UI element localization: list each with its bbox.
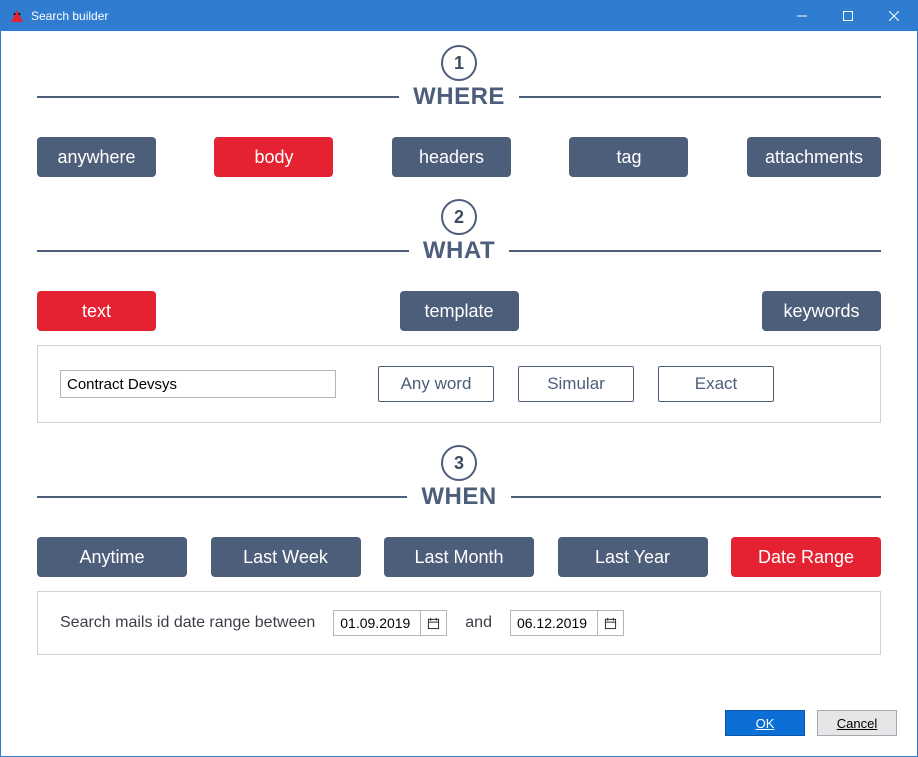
when-anytime-button[interactable]: Anytime [37, 537, 187, 577]
date-to-input[interactable] [510, 610, 598, 636]
where-attachments-button[interactable]: attachments [747, 137, 881, 177]
close-button[interactable] [871, 1, 917, 31]
app-icon [9, 8, 25, 24]
calendar-icon[interactable] [598, 610, 624, 636]
where-anywhere-button[interactable]: anywhere [37, 137, 156, 177]
when-last-year-button[interactable]: Last Year [558, 537, 708, 577]
section-where: 1 WHERE anywhere body headers tag attach… [37, 45, 881, 177]
cancel-button[interactable]: Cancel [817, 710, 897, 736]
calendar-icon[interactable] [421, 610, 447, 636]
search-builder-window: Search builder 1 WHERE anywhere [0, 0, 918, 757]
when-last-month-button[interactable]: Last Month [384, 537, 534, 577]
what-template-button[interactable]: template [400, 291, 519, 331]
match-exact-button[interactable]: Exact [658, 366, 774, 402]
window-title: Search builder [31, 9, 108, 23]
step-number-3: 3 [441, 445, 477, 481]
what-text-button[interactable]: text [37, 291, 156, 331]
match-any-word-button[interactable]: Any word [378, 366, 494, 402]
where-tag-button[interactable]: tag [569, 137, 688, 177]
titlebar: Search builder [1, 1, 917, 31]
match-simular-button[interactable]: Simular [518, 366, 634, 402]
when-last-week-button[interactable]: Last Week [211, 537, 361, 577]
section-label-what: WHAT [423, 237, 495, 265]
date-range-and-label: and [465, 614, 492, 632]
section-what: 2 WHAT text template keywords Any word S… [37, 199, 881, 423]
when-date-range-button[interactable]: Date Range [731, 537, 881, 577]
minimize-button[interactable] [779, 1, 825, 31]
section-label-where: WHERE [413, 83, 505, 111]
what-keywords-button[interactable]: keywords [762, 291, 881, 331]
dialog-actions: OK Cancel [1, 710, 917, 756]
section-label-when: WHEN [421, 483, 496, 511]
ok-button[interactable]: OK [725, 710, 805, 736]
where-headers-button[interactable]: headers [392, 137, 511, 177]
date-range-label: Search mails id date range between [60, 614, 315, 632]
where-body-button[interactable]: body [214, 137, 333, 177]
step-number-1: 1 [441, 45, 477, 81]
maximize-button[interactable] [825, 1, 871, 31]
section-when: 3 WHEN Anytime Last Week Last Month Last… [37, 445, 881, 655]
date-range-panel: Search mails id date range between and [37, 591, 881, 655]
what-text-panel: Any word Simular Exact [37, 345, 881, 423]
date-from-input[interactable] [333, 610, 421, 636]
search-text-input[interactable] [60, 370, 336, 398]
step-number-2: 2 [441, 199, 477, 235]
